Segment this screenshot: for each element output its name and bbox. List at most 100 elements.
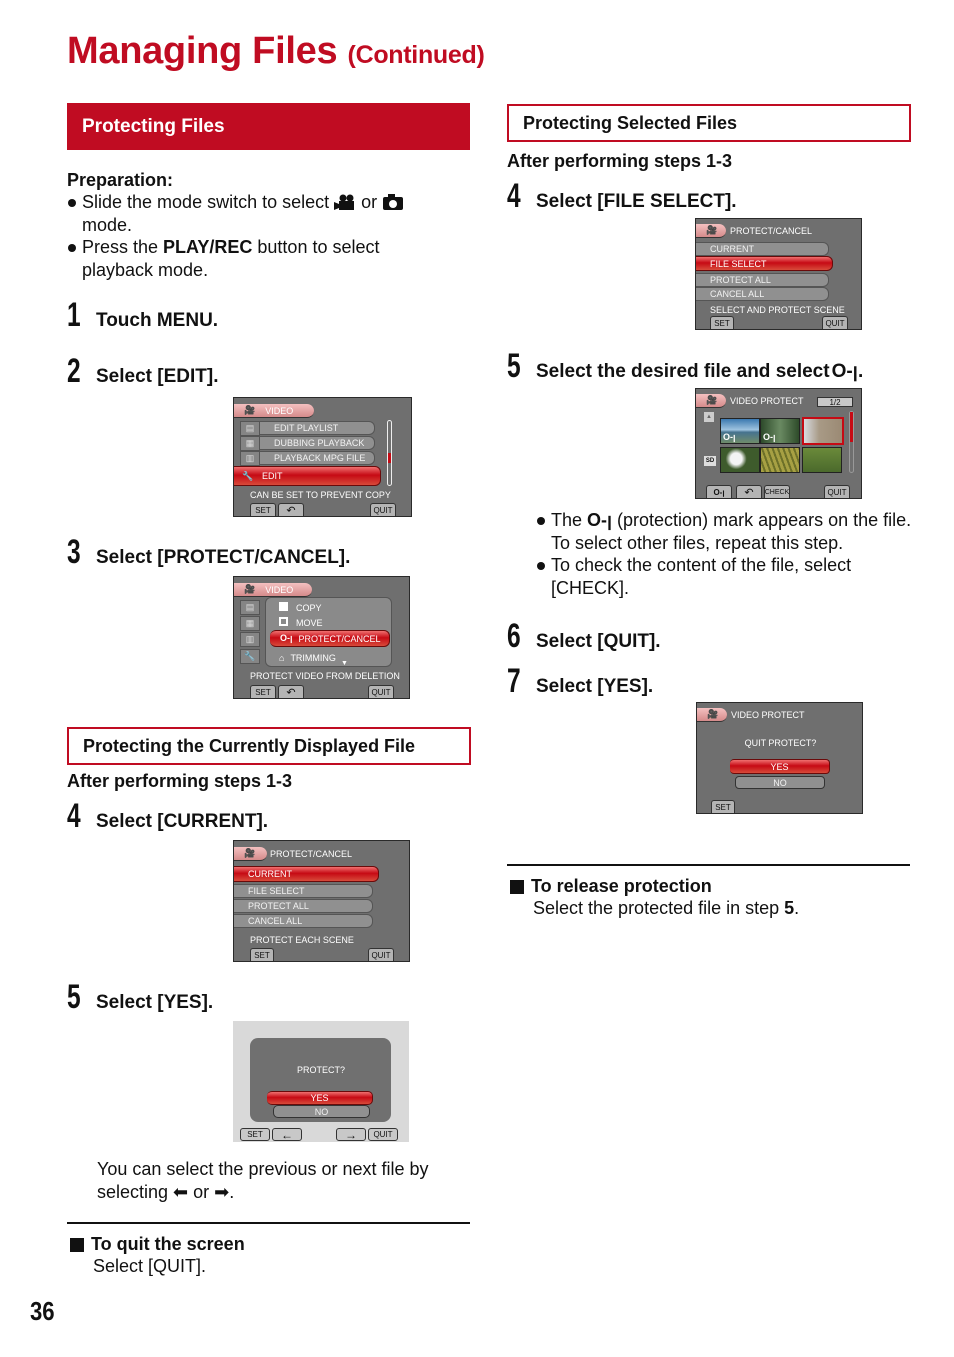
set-button[interactable]: SET <box>710 316 734 329</box>
confirm-question: PROTECT? <box>296 1065 345 1075</box>
scrollbar[interactable] <box>387 420 392 486</box>
step-4-current: 4 Select [CURRENT]. <box>67 797 268 836</box>
menu-item-cancel-all[interactable]: CANCEL ALL <box>696 287 829 301</box>
menu-item-protect-all[interactable]: PROTECT ALL <box>696 273 829 287</box>
section-header-protecting-files: Protecting Files <box>67 103 470 150</box>
menu-item-dubbing-playback[interactable]: DUBBING PLAYBACK <box>260 436 375 450</box>
menu-item-label: PROTECT ALL <box>710 275 771 285</box>
lcd-tab-label: VIDEO <box>265 584 294 595</box>
yes-label: YES <box>770 761 789 772</box>
set-button[interactable]: SET <box>711 800 735 813</box>
yes-button[interactable]: YES <box>267 1091 373 1105</box>
lcd-title: VIDEO PROTECT <box>731 710 805 720</box>
dubbing-icon: ▦ <box>240 436 260 451</box>
protected-key-icon: O‑ꞁ <box>723 432 736 442</box>
lcd-hint: CAN BE SET TO PREVENT COPY <box>250 490 391 500</box>
thumb-green-bush[interactable] <box>802 447 842 473</box>
step-7: 7 Select [YES]. <box>507 662 653 701</box>
play-rec-label: PLAY/REC <box>163 237 253 257</box>
thumb-white-flower[interactable] <box>720 447 760 473</box>
photo-mode-icon <box>383 194 404 210</box>
lcd-title: PROTECT/CANCEL <box>270 849 353 859</box>
set-button[interactable]: SET <box>250 948 274 961</box>
quit-button[interactable]: QUIT <box>368 948 394 961</box>
lcd-screen-protect-submenu: 🎥 VIDEO ▤ ▦ ▥ 🔧 COPY MOVE O‑ꞁ PROTECT/CAN… <box>233 576 410 699</box>
step-text: Select [YES]. <box>96 992 214 1013</box>
step-number: 2 <box>67 352 81 390</box>
note-text: Select the protected file in step <box>533 898 785 918</box>
step-5-notes: The O‑ꞁ (protection) mark appears on the… <box>536 509 916 599</box>
menu-item-cancel-all[interactable]: CANCEL ALL <box>234 914 373 928</box>
step-number: 1 <box>67 296 81 334</box>
quit-button[interactable]: QUIT <box>824 485 850 498</box>
next-file-button[interactable]: → <box>336 1128 366 1142</box>
thumb-forest-stream[interactable]: O‑ꞁ <box>760 418 800 444</box>
check-button[interactable]: CHECK <box>764 485 790 498</box>
back-button[interactable]: ↶ <box>736 485 762 498</box>
no-button[interactable]: NO <box>735 776 825 789</box>
yes-button[interactable]: YES <box>730 759 830 774</box>
subsection-title: Protecting the Currently Displayed File <box>83 735 416 756</box>
page-title-suffix: (Continued) <box>347 41 485 69</box>
video-mode-icon <box>334 194 355 210</box>
note-text: You can select the previous or next file… <box>97 1159 429 1202</box>
menu-item-protect-cancel[interactable]: O‑ꞁ PROTECT/CANCEL <box>270 630 390 647</box>
set-button[interactable]: SET <box>240 1128 270 1141</box>
thumb-seascape[interactable]: O‑ꞁ <box>720 418 760 444</box>
page-number: 36 <box>30 1296 55 1326</box>
menu-item-file-select[interactable]: FILE SELECT <box>696 256 833 271</box>
no-button[interactable]: NO <box>273 1105 370 1118</box>
menu-item-label: CURRENT <box>710 244 754 254</box>
arrow-right-icon: ➡ <box>214 1181 230 1202</box>
menu-item-file-select[interactable]: FILE SELECT <box>234 884 373 898</box>
move-icon <box>279 617 288 626</box>
set-button[interactable]: SET <box>250 503 276 516</box>
quit-note-text: Select [QUIT]. <box>93 1256 207 1276</box>
no-label: NO <box>773 777 787 788</box>
back-button[interactable]: ↶ <box>278 503 304 516</box>
scrollbar-thumb[interactable] <box>388 453 391 463</box>
step-number: 4 <box>507 177 521 215</box>
back-button[interactable]: ↶ <box>278 685 304 698</box>
mpg-file-icon: ▥ <box>240 451 260 466</box>
menu-item-trimming[interactable]: ⌂ TRIMMING <box>279 653 336 663</box>
video-camera-icon: 🎥 <box>244 584 256 594</box>
previous-file-button[interactable]: ← <box>272 1128 302 1142</box>
step-6: 6 Select [QUIT]. <box>507 617 661 656</box>
lcd-tab: 🎥 <box>696 394 726 408</box>
scroll-up-icon[interactable]: ▲ <box>704 412 714 422</box>
key-icon: O‑ꞁ <box>587 510 613 530</box>
scrollbar[interactable] <box>849 411 854 473</box>
menu-item-current[interactable]: CURRENT <box>696 242 829 256</box>
thumb-building-selected[interactable] <box>802 417 844 445</box>
menu-item-edit[interactable]: 🔧 EDIT <box>234 466 381 486</box>
video-camera-icon: 🎥 <box>706 395 718 405</box>
scrollbar-thumb[interactable] <box>850 412 853 442</box>
note-text: . <box>794 898 800 918</box>
menu-item-edit-playlist[interactable]: EDIT PLAYLIST <box>260 421 375 435</box>
quit-note: To quit the screen Select [QUIT]. <box>67 1234 245 1278</box>
menu-item-copy[interactable]: COPY <box>279 602 322 613</box>
set-button[interactable]: SET <box>250 685 276 698</box>
quit-button[interactable]: QUIT <box>368 1128 398 1141</box>
menu-item-move[interactable]: MOVE <box>279 617 323 628</box>
scroll-down-icon[interactable]: ▼ <box>341 660 348 667</box>
quit-button[interactable]: QUIT <box>368 685 394 698</box>
menu-item-current[interactable]: CURRENT <box>234 866 379 882</box>
quit-button[interactable]: QUIT <box>822 316 848 329</box>
menu-item-protect-all[interactable]: PROTECT ALL <box>234 899 373 913</box>
step-text: Touch MENU. <box>96 310 219 331</box>
note-text: . <box>229 1181 235 1202</box>
menu-item-label: PLAYBACK MPG FILE <box>274 453 366 463</box>
page-title: Managing Files (Continued) <box>67 30 485 73</box>
protect-key-button[interactable]: O‑ꞁ <box>706 485 732 498</box>
step-1: 1 Touch MENU. <box>67 296 218 335</box>
lcd-tab: 🎥 <box>234 847 267 861</box>
lcd-tab-video: 🎥 VIDEO <box>234 404 314 418</box>
menu-item-playback-mpg-file[interactable]: PLAYBACK MPG FILE <box>260 451 375 465</box>
lcd-title: PROTECT/CANCEL <box>730 226 813 236</box>
quit-button[interactable]: QUIT <box>370 503 396 516</box>
preparation-bullet: Press the PLAY/REC button to select play… <box>67 236 427 281</box>
menu-item-label: CANCEL ALL <box>248 916 303 926</box>
thumb-grass-yellow[interactable] <box>760 447 800 473</box>
